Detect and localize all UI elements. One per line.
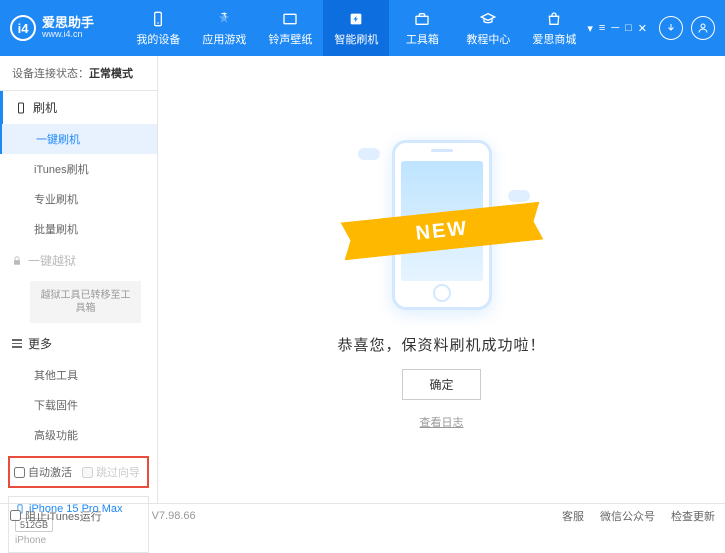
nav-store[interactable]: 爱思商城 — [521, 0, 587, 56]
sidebar-item-batch[interactable]: 批量刷机 — [0, 214, 157, 244]
sidebar-flash-header[interactable]: 刷机 — [0, 91, 157, 124]
sidebar-item-other[interactable]: 其他工具 — [0, 360, 157, 390]
success-message: 恭喜您，保资料刷机成功啦！ — [337, 334, 545, 355]
nav-my-device[interactable]: 我的设备 — [125, 0, 191, 56]
menu-icon[interactable]: ▾ — [587, 22, 593, 35]
device-type: iPhone — [15, 535, 142, 546]
footer-wechat-link[interactable]: 微信公众号 — [600, 508, 655, 524]
settings-icon[interactable]: ≡ — [599, 22, 605, 34]
user-button[interactable] — [691, 16, 715, 40]
sidebar: 设备连接状态：正常模式 刷机 一键刷机 iTunes刷机 专业刷机 批量刷机 一… — [0, 56, 158, 503]
bag-icon — [545, 10, 563, 28]
nav-flash[interactable]: 智能刷机 — [323, 0, 389, 56]
phone-icon — [149, 10, 167, 28]
sidebar-item-itunes[interactable]: iTunes刷机 — [0, 154, 157, 184]
sidebar-item-firmware[interactable]: 下载固件 — [0, 390, 157, 420]
toolbox-icon — [413, 10, 431, 28]
image-icon — [281, 10, 299, 28]
block-itunes-checkbox[interactable]: 阻止iTunes运行 — [10, 508, 102, 524]
brand-name: 爱思助手 — [42, 16, 94, 30]
main-content: NEW 恭喜您，保资料刷机成功啦！ 确定 查看日志 — [158, 56, 725, 503]
apps-icon — [215, 10, 233, 28]
success-illustration: NEW — [352, 130, 532, 320]
footer-support-link[interactable]: 客服 — [562, 508, 584, 524]
nav-toolbox[interactable]: 工具箱 — [389, 0, 455, 56]
nav-ringtones[interactable]: 铃声壁纸 — [257, 0, 323, 56]
sidebar-item-pro[interactable]: 专业刷机 — [0, 184, 157, 214]
sidebar-item-advanced[interactable]: 高级功能 — [0, 420, 157, 450]
skip-guide-checkbox[interactable]: 跳过向导 — [82, 464, 140, 480]
options-box: 自动激活 跳过向导 — [8, 456, 149, 488]
sidebar-more-header[interactable]: 更多 — [0, 327, 157, 360]
view-log-link[interactable]: 查看日志 — [420, 414, 464, 430]
jailbreak-note: 越狱工具已转移至工具箱 — [30, 281, 141, 323]
brand-url: www.i4.cn — [42, 30, 94, 40]
sidebar-jailbreak-header: 一键越狱 — [0, 244, 157, 277]
nav-apps[interactable]: 应用游戏 — [191, 0, 257, 56]
app-header: i4 爱思助手 www.i4.cn 我的设备 应用游戏 铃声壁纸 智能刷机 工具… — [0, 0, 725, 56]
maximize-icon[interactable]: □ — [625, 22, 632, 34]
download-button[interactable] — [659, 16, 683, 40]
logo-icon: i4 — [10, 15, 36, 41]
footer-update-link[interactable]: 检查更新 — [671, 508, 715, 524]
auto-activate-checkbox[interactable]: 自动激活 — [14, 464, 72, 480]
cloud-icon — [358, 148, 380, 160]
device-card[interactable]: iPhone 15 Pro Max 512GB iPhone — [8, 496, 149, 553]
header-controls: ▾ ≡ ─ □ ✕ — [587, 16, 715, 40]
grad-cap-icon — [479, 10, 497, 28]
minimize-icon[interactable]: ─ — [611, 22, 619, 34]
connection-status: 设备连接状态：正常模式 — [0, 56, 157, 91]
hamburger-icon — [12, 339, 22, 348]
sidebar-item-oneclick[interactable]: 一键刷机 — [0, 124, 157, 154]
flash-icon — [347, 10, 365, 28]
ok-button[interactable]: 确定 — [402, 369, 480, 400]
phone-small-icon — [15, 102, 27, 114]
nav-tutorials[interactable]: 教程中心 — [455, 0, 521, 56]
cloud-icon — [508, 190, 530, 202]
brand-area: i4 爱思助手 www.i4.cn — [10, 15, 125, 41]
close-icon[interactable]: ✕ — [638, 22, 647, 35]
version-label: V7.98.66 — [152, 510, 196, 522]
top-nav: 我的设备 应用游戏 铃声壁纸 智能刷机 工具箱 教程中心 爱思商城 — [125, 0, 587, 56]
lock-icon — [12, 256, 22, 266]
